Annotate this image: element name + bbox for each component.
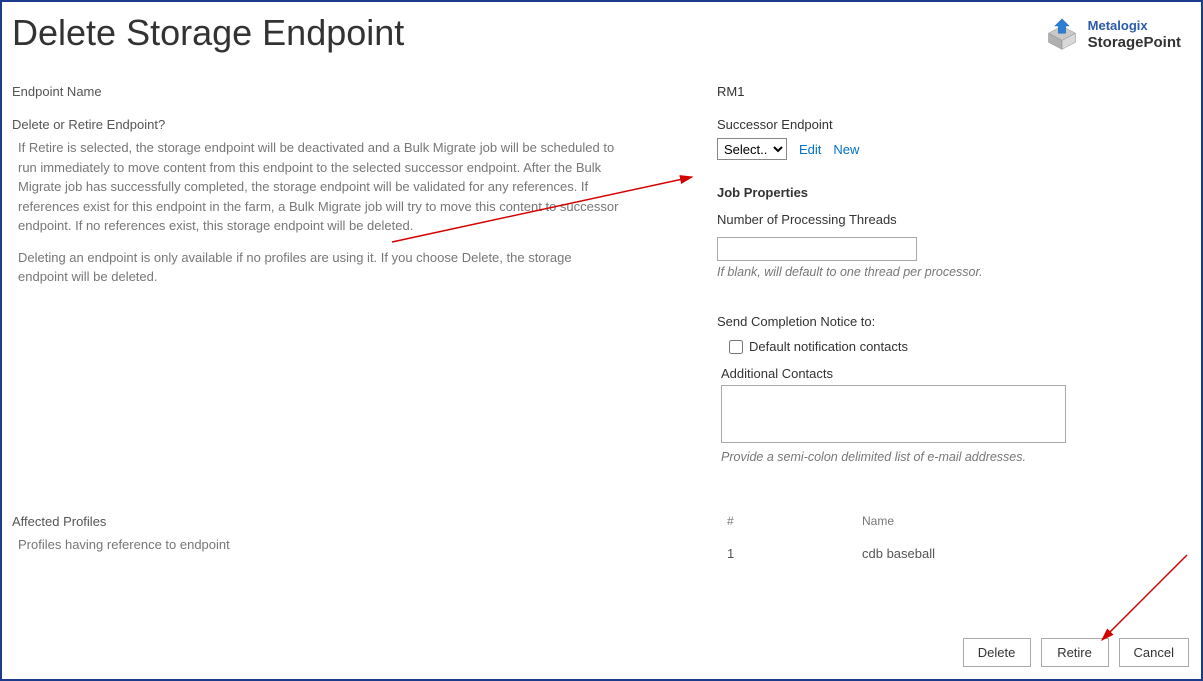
send-completion-notice-label: Send Completion Notice to:: [717, 314, 1203, 329]
default-notification-checkbox[interactable]: [729, 340, 743, 354]
logo-product-text: StoragePoint: [1088, 34, 1181, 52]
affected-table-header: # Name: [727, 514, 1062, 528]
new-link[interactable]: New: [833, 142, 859, 157]
delete-retire-label: Delete or Retire Endpoint?: [12, 117, 622, 132]
threads-help-text: If blank, will default to one thread per…: [717, 265, 1203, 279]
endpoint-name-label: Endpoint Name: [12, 84, 622, 99]
table-row: 1 cdb baseball: [727, 546, 1062, 561]
affected-profiles-desc: Profiles having reference to endpoint: [18, 535, 702, 555]
delete-button[interactable]: Delete: [963, 638, 1031, 667]
additional-contacts-label: Additional Contacts: [721, 366, 1203, 381]
col-header-num: #: [727, 514, 862, 528]
affected-profiles-label: Affected Profiles: [12, 514, 702, 529]
table-cell-num: 1: [727, 546, 862, 561]
retire-button[interactable]: Retire: [1041, 638, 1109, 667]
delete-retire-desc-2: Deleting an endpoint is only available i…: [18, 248, 622, 287]
additional-contacts-help: Provide a semi-colon delimited list of e…: [721, 450, 1203, 464]
cancel-button[interactable]: Cancel: [1119, 638, 1189, 667]
successor-endpoint-label: Successor Endpoint: [717, 117, 1203, 132]
page-title: Delete Storage Endpoint: [12, 12, 404, 54]
threads-label: Number of Processing Threads: [717, 212, 1203, 227]
endpoint-name-value: RM1: [717, 84, 1203, 99]
delete-retire-desc-1: If Retire is selected, the storage endpo…: [18, 138, 622, 236]
job-properties-heading: Job Properties: [717, 185, 1203, 200]
additional-contacts-textarea[interactable]: [721, 385, 1066, 443]
logo-brand-text: Metalogix: [1088, 18, 1181, 34]
successor-endpoint-select[interactable]: Select...: [717, 138, 787, 160]
default-notification-label: Default notification contacts: [749, 339, 908, 354]
storagepoint-icon: [1044, 17, 1080, 53]
col-header-name: Name: [862, 514, 1062, 528]
logo: Metalogix StoragePoint: [1044, 17, 1181, 53]
edit-link[interactable]: Edit: [799, 142, 821, 157]
table-cell-name: cdb baseball: [862, 546, 1062, 561]
threads-input[interactable]: [717, 237, 917, 261]
